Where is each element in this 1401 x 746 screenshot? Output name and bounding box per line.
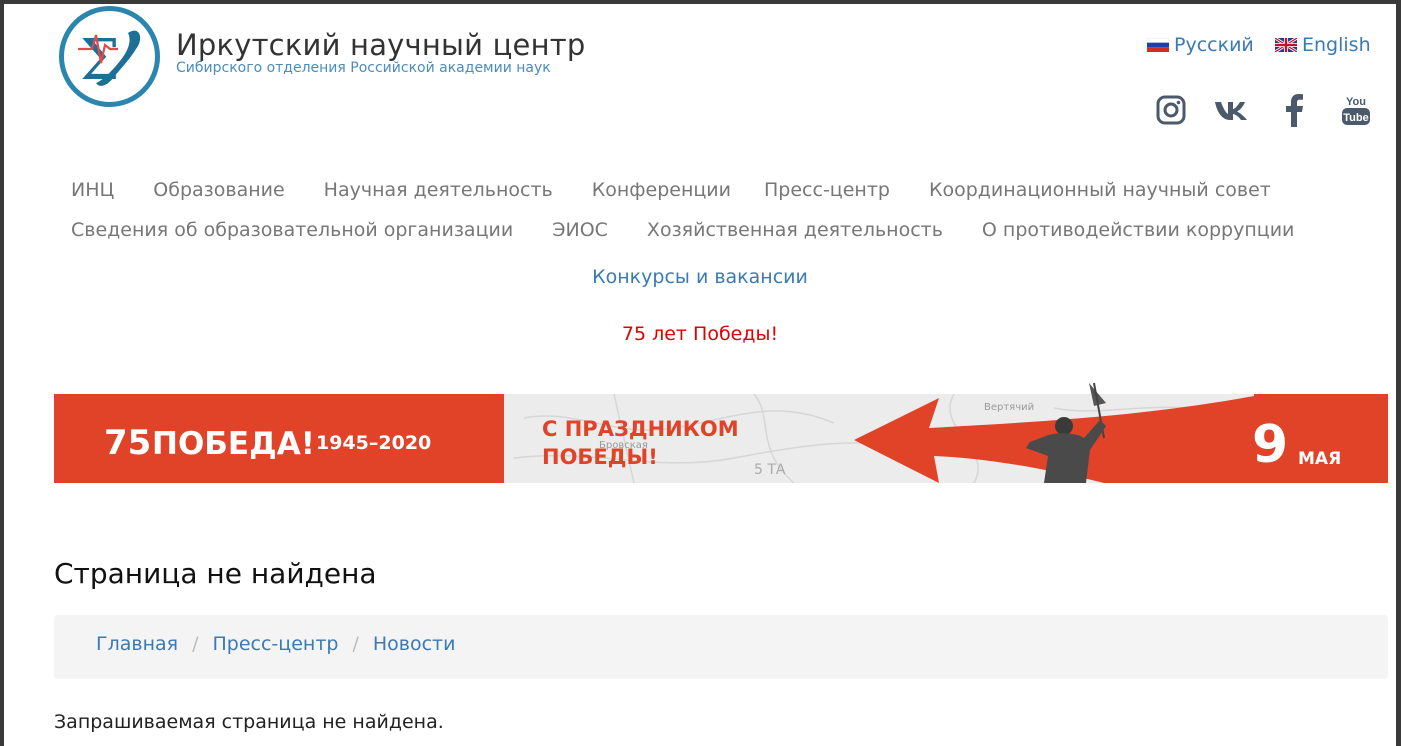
- banner-greeting-line-1: С ПРАЗДНИКОМ: [542, 417, 739, 441]
- nav-item-inc[interactable]: ИНЦ: [71, 179, 114, 201]
- main-nav-row-2: Сведения об образовательной организации …: [71, 219, 1333, 241]
- main-nav-row-1: ИНЦ Образование Научная деятельность Кон…: [71, 179, 1310, 201]
- instagram-link[interactable]: [1153, 92, 1189, 128]
- vk-icon: [1215, 102, 1247, 120]
- nav-item-economic-activity[interactable]: Хозяйственная деятельность: [647, 219, 943, 241]
- nav-item-eios[interactable]: ЭИОС: [552, 219, 608, 241]
- banner-map-label-1: Вертячий: [984, 402, 1034, 413]
- youtube-icon: You Tube: [1342, 96, 1370, 125]
- victory-day-banner[interactable]: Бровская 5 ТА Вертячий 75 ПОБЕДА! 1945–2…: [54, 378, 1388, 483]
- youtube-link[interactable]: You Tube: [1338, 92, 1374, 128]
- language-english-label: English: [1302, 34, 1371, 56]
- nav-item-press-center[interactable]: Пресс-центр: [764, 179, 890, 201]
- nav-item-contests-vacancies[interactable]: Конкурсы и вакансии: [4, 266, 1396, 288]
- banner-logo-victory: ПОБЕДА!: [152, 426, 315, 462]
- site-subtitle: Сибирского отделения Российской академии…: [176, 60, 551, 76]
- youtube-icon-bottom-text: Tube: [1343, 112, 1368, 124]
- nav-item-anti-corruption[interactable]: О противодействии коррупции: [982, 219, 1294, 241]
- instagram-icon: [1156, 95, 1186, 125]
- facebook-link[interactable]: [1276, 92, 1312, 128]
- banner-day-number: 9: [1252, 415, 1288, 475]
- nav-item-research[interactable]: Научная деятельность: [324, 179, 553, 201]
- breadcrumb-home[interactable]: Главная: [96, 633, 178, 655]
- victory-75-link[interactable]: 75 лет Победы!: [4, 323, 1396, 345]
- page-title: Страница не найдена: [54, 557, 377, 590]
- banner-greeting-line-2: ПОБЕДЫ!: [542, 445, 658, 469]
- breadcrumb-separator: /: [352, 633, 359, 655]
- russian-flag-icon: [1147, 38, 1169, 52]
- breadcrumb-separator: /: [192, 633, 199, 655]
- breadcrumb-press-center[interactable]: Пресс-центр: [212, 633, 338, 655]
- vk-link[interactable]: [1214, 92, 1250, 128]
- breadcrumb: Главная / Пресс-центр / Новости: [54, 615, 1388, 679]
- nav-item-coordination-council[interactable]: Координационный научный совет: [929, 179, 1271, 201]
- site-title[interactable]: Иркутский научный центр: [176, 28, 585, 62]
- banner-years: 1945–2020: [316, 432, 431, 454]
- not-found-message: Запрашиваемая страница не найдена.: [54, 711, 444, 733]
- facebook-icon: [1286, 94, 1303, 127]
- banner-month: МАЯ: [1298, 449, 1341, 469]
- nav-item-education[interactable]: Образование: [153, 179, 284, 201]
- nav-item-edu-org-info[interactable]: Сведения об образовательной организации: [71, 219, 513, 241]
- uk-flag-icon: [1275, 38, 1297, 52]
- banner-logo-75: 75: [104, 423, 151, 463]
- language-russian-link[interactable]: Русский: [1147, 34, 1254, 56]
- language-english-link[interactable]: English: [1275, 34, 1371, 56]
- nav-item-conferences[interactable]: Конференции: [592, 179, 731, 201]
- banner-map-label-2: 5 ТА: [754, 462, 786, 478]
- language-russian-label: Русский: [1174, 34, 1254, 56]
- breadcrumb-news[interactable]: Новости: [373, 633, 456, 655]
- page: Σ Иркутский научный центр Сибирского отд…: [4, 4, 1396, 746]
- youtube-icon-top-text: You: [1346, 96, 1366, 108]
- logo-icon[interactable]: Σ: [58, 5, 161, 108]
